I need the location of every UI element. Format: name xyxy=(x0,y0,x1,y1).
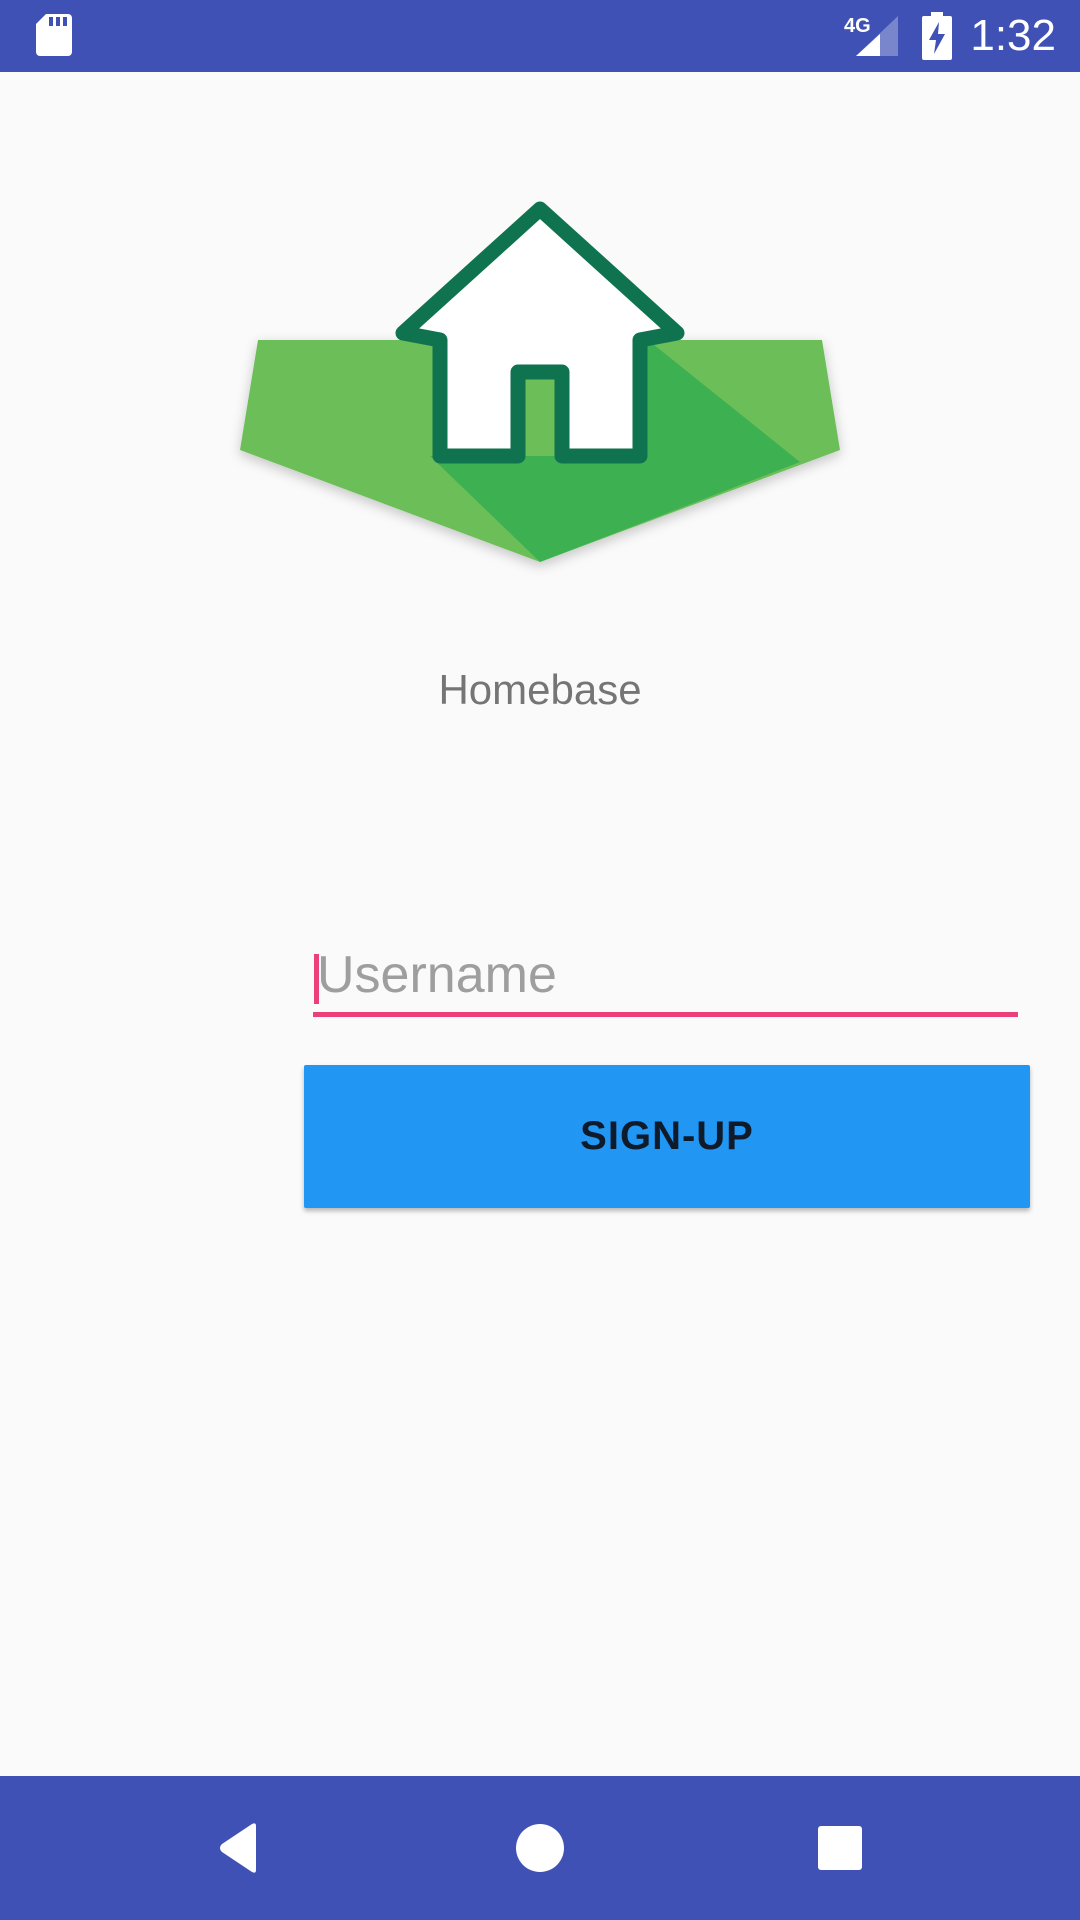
recents-icon xyxy=(818,1826,862,1870)
home-button[interactable] xyxy=(480,1776,600,1920)
navigation-bar xyxy=(0,1776,1080,1920)
text-cursor xyxy=(314,954,319,1004)
network-type-label: 4G xyxy=(844,15,871,37)
battery-charging-icon xyxy=(922,12,952,60)
back-icon xyxy=(220,1823,256,1873)
back-button[interactable] xyxy=(180,1776,300,1920)
recents-button[interactable] xyxy=(780,1776,900,1920)
signal-icon: 4G xyxy=(844,15,898,56)
username-field[interactable] xyxy=(313,938,1022,1018)
status-clock: 1:32 xyxy=(970,11,1056,60)
signup-button[interactable]: SIGN-UP xyxy=(304,1065,1030,1208)
house-logo-icon xyxy=(240,201,840,562)
status-bar: 4G 1:32 xyxy=(0,0,1080,72)
home-icon xyxy=(516,1824,564,1872)
sd-card-icon xyxy=(36,14,72,56)
username-input[interactable] xyxy=(313,938,1022,1012)
username-underline xyxy=(313,1012,1018,1017)
app-name-title: Homebase xyxy=(438,666,642,713)
